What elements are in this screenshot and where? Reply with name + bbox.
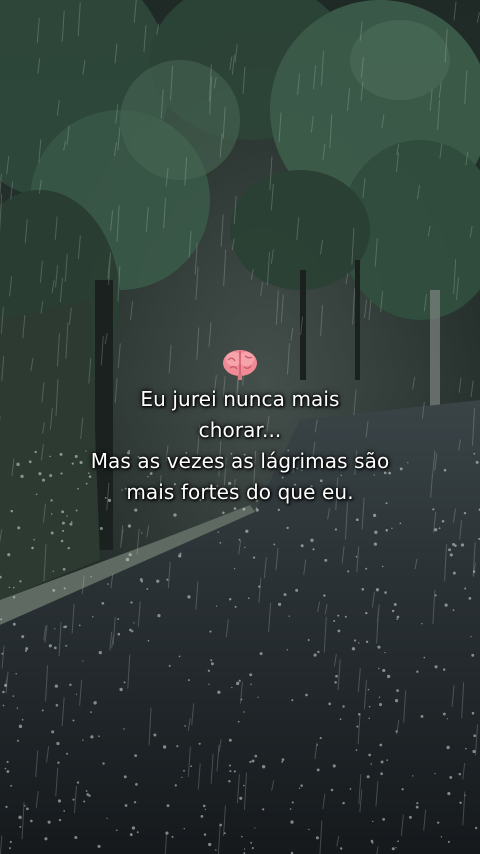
brain-icon: [223, 350, 257, 380]
caption-line: Mas as vezes as lágrimas são: [90, 449, 390, 473]
caption-line: chorar...: [198, 418, 282, 442]
caption-line: mais fortes do que eu.: [126, 480, 354, 504]
caption-line: Eu jurei nunca mais: [140, 387, 340, 411]
caption: Eu jurei nunca mais chorar... Mas as vez…: [0, 384, 480, 508]
